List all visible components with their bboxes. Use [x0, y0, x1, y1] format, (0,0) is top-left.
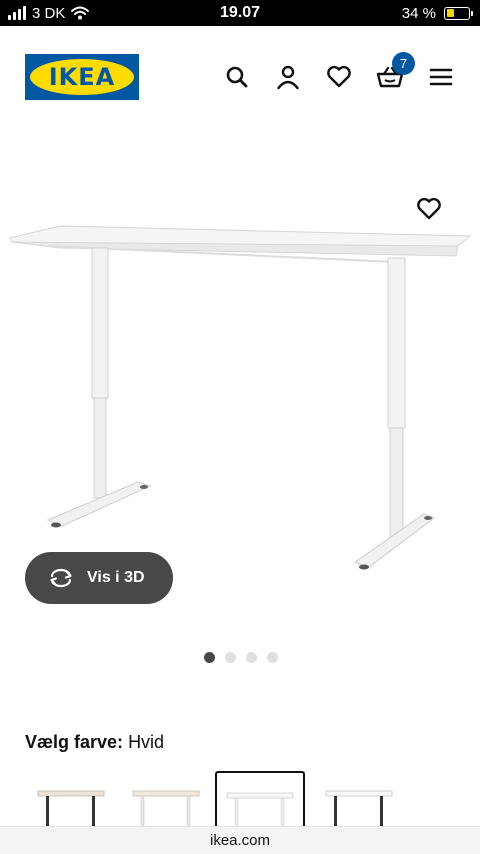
color-swatches	[25, 771, 480, 827]
battery-percent: 34 %	[401, 4, 436, 22]
search-icon[interactable]	[222, 62, 252, 92]
carousel-dot-active[interactable]	[204, 652, 215, 663]
carousel-dot[interactable]	[267, 652, 278, 663]
carousel-dot[interactable]	[225, 652, 236, 663]
color-swatch[interactable]	[127, 771, 217, 827]
image-carousel-dots	[204, 652, 278, 663]
status-bar: 3 DK 19.07 34 %	[0, 0, 480, 26]
carrier-label: 3 DK	[32, 4, 66, 22]
color-swatch[interactable]	[30, 771, 120, 827]
site-header: IKEA 7	[0, 26, 480, 126]
status-right: 34 %	[401, 0, 473, 26]
status-left: 3 DK	[8, 0, 90, 26]
logo-text: IKEA	[48, 63, 116, 91]
logo-oval: IKEA	[30, 59, 134, 95]
rotate-3d-icon	[50, 568, 72, 588]
color-swatch-selected[interactable]	[215, 771, 305, 827]
favourite-icon[interactable]	[414, 194, 444, 224]
ikea-logo[interactable]: IKEA	[25, 54, 139, 100]
heart-icon[interactable]	[324, 62, 354, 92]
carousel-dot[interactable]	[246, 652, 257, 663]
wifi-icon	[71, 6, 90, 20]
view-in-3d-button[interactable]: Vis i 3D	[25, 552, 173, 604]
product-image[interactable]	[0, 180, 480, 600]
cart-count-badge: 7	[392, 52, 415, 75]
view-in-3d-label: Vis i 3D	[87, 569, 145, 586]
battery-level	[446, 9, 454, 17]
menu-icon[interactable]	[426, 62, 456, 92]
signal-icon	[8, 6, 26, 20]
color-picker-title: Vælg farve: Hvid	[25, 732, 164, 753]
browser-url-bar[interactable]: ikea.com	[0, 826, 480, 854]
color-picker-label: Vælg farve:	[25, 732, 124, 752]
battery-icon	[444, 6, 473, 20]
account-icon[interactable]	[273, 62, 303, 92]
color-swatch[interactable]	[320, 771, 410, 827]
selected-color-value: Hvid	[128, 732, 165, 752]
